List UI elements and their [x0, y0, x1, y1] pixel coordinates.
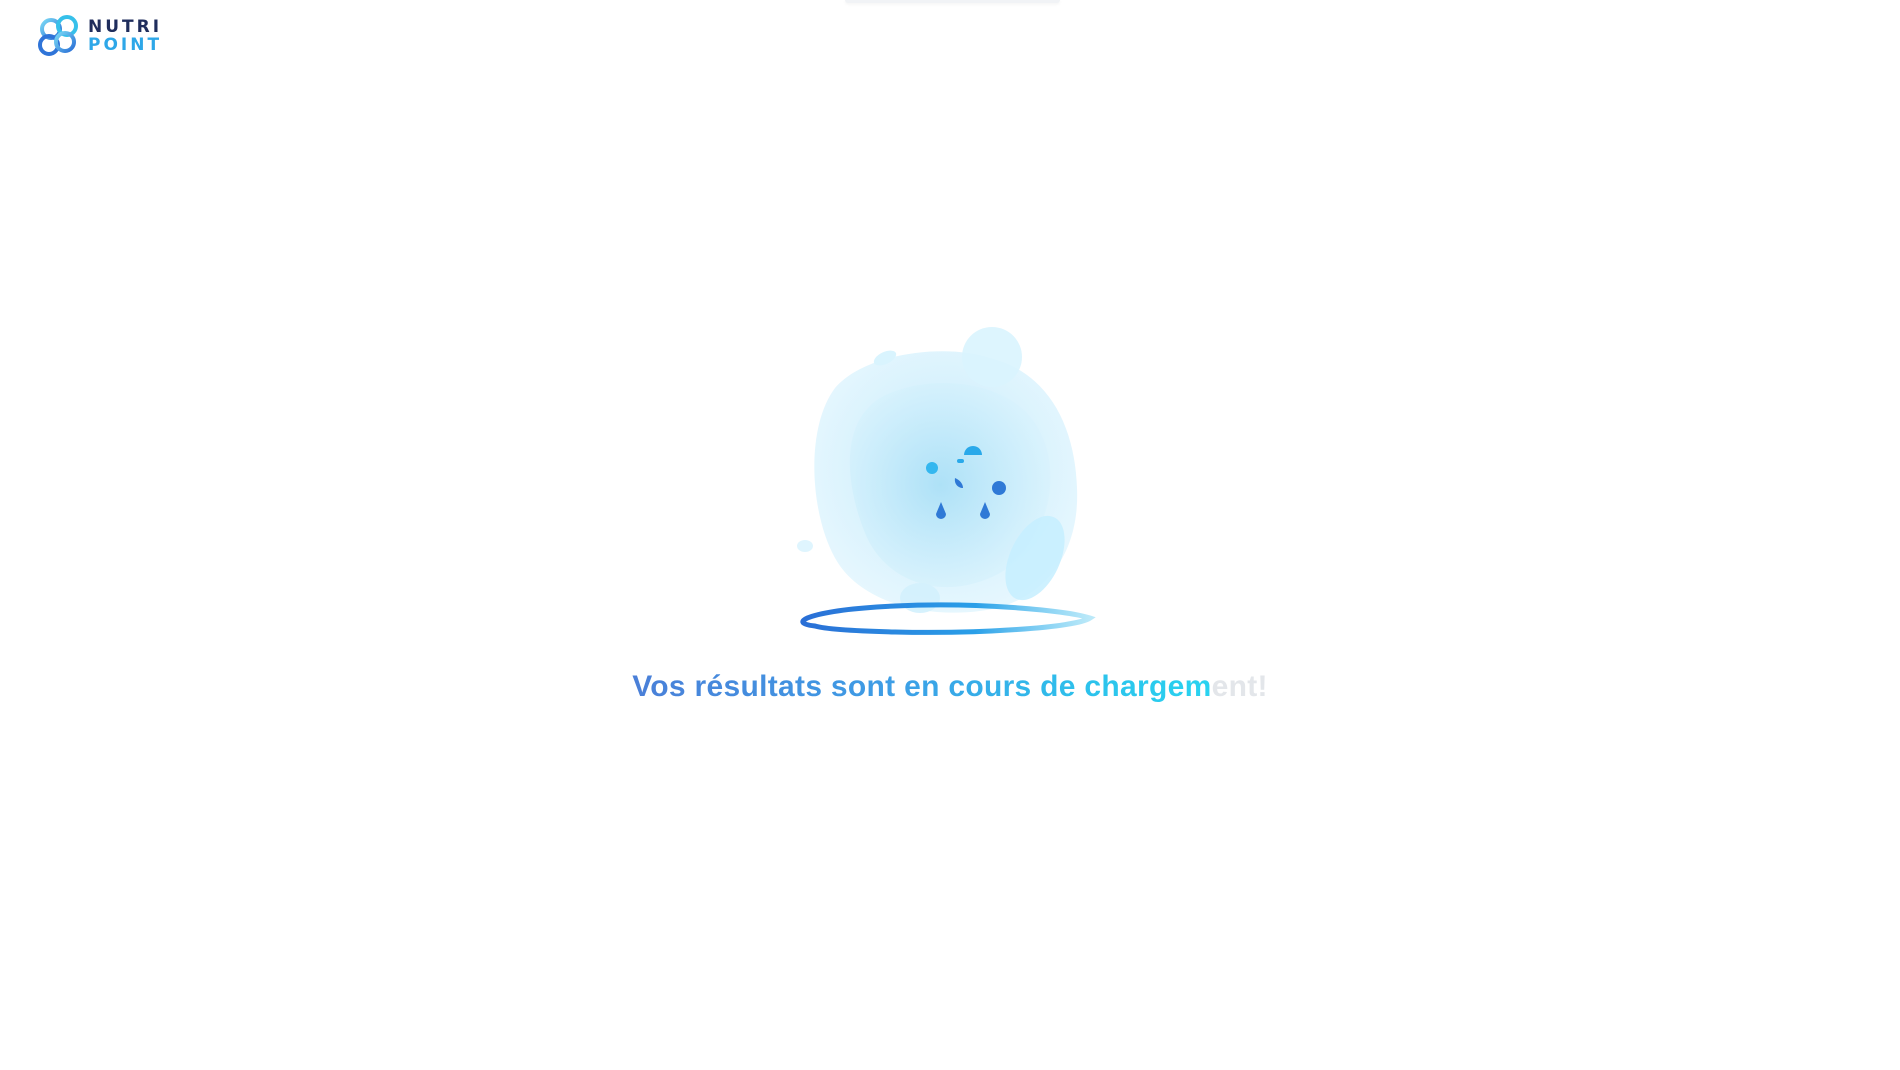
- loading-message-highlighted: Vos résultats sont en cours de chargem: [632, 670, 1212, 703]
- loading-message-faded: ent!: [1211, 670, 1268, 703]
- loading-page: NUTRI POINT Vos résultats sont en cours …: [0, 0, 1900, 1070]
- brand-logo[interactable]: NUTRI POINT: [38, 14, 162, 58]
- logo-word-nutri: NUTRI: [88, 16, 163, 37]
- logo-wordmark: NUTRI POINT: [88, 16, 163, 55]
- logo-word-point: POINT: [88, 34, 163, 55]
- loading-message: Vos résultats sont en cours de chargemen…: [0, 670, 1900, 704]
- nutripoint-logo-icon: [38, 15, 78, 56]
- top-bar-hint: [845, 0, 1060, 3]
- loading-blob-icon: [797, 327, 1096, 635]
